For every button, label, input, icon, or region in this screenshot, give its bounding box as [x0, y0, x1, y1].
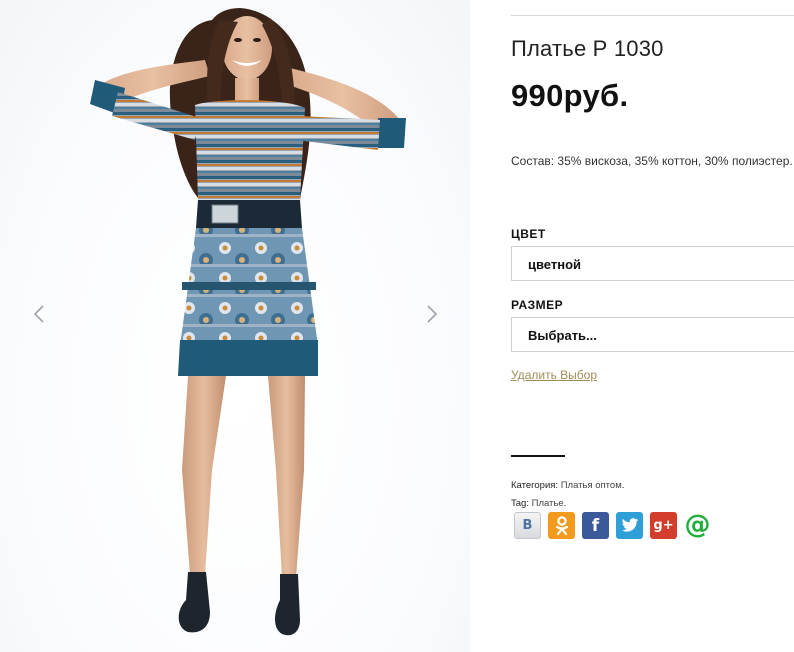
product-summary: Платье Р 1030 990руб. Состав: 35% вискоз… [511, 0, 794, 652]
chevron-left-icon [33, 305, 44, 323]
product-composition: Состав: 35% вискоза, 35% коттон, 30% пол… [511, 154, 793, 168]
vk-share-button[interactable]: B [514, 512, 541, 539]
size-label: РАЗМЕР [511, 298, 564, 312]
facebook-share-button[interactable]: f [582, 512, 609, 539]
odnoklassniki-icon [555, 515, 568, 535]
tag-suffix: . [563, 498, 567, 509]
vk-icon: B [522, 518, 533, 533]
odnoklassniki-share-button[interactable] [548, 512, 575, 539]
mailru-icon: @ [684, 510, 711, 540]
product-price: 990руб. [511, 78, 629, 113]
gallery-next-arrow[interactable] [422, 300, 442, 328]
top-divider [511, 15, 794, 16]
chevron-right-icon [427, 305, 438, 323]
googleplus-icon: g+ [653, 518, 674, 533]
meta-divider [511, 455, 565, 457]
product-title: Платье Р 1030 [511, 36, 664, 61]
tag-prefix: Tag: [511, 498, 529, 509]
reset-variations-link[interactable]: Удалить Выбор [511, 368, 597, 382]
twitter-icon [621, 518, 638, 532]
color-select[interactable]: цветной [511, 246, 794, 281]
share-buttons: B f g+ @ [514, 512, 711, 539]
mailru-share-button[interactable]: @ [684, 512, 711, 539]
twitter-share-button[interactable] [616, 512, 643, 539]
tag-line: Tag: Платье. [511, 498, 566, 509]
category-prefix: Категория: [511, 480, 559, 491]
gallery-prev-arrow[interactable] [29, 300, 49, 328]
color-label: ЦВЕТ [511, 227, 546, 241]
googleplus-share-button[interactable]: g+ [650, 512, 677, 539]
size-select[interactable]: Выбрать... [511, 317, 794, 352]
category-line: Категория: Платья оптом. [511, 480, 624, 491]
category-suffix: . [621, 480, 625, 491]
category-link[interactable]: Платья оптом [561, 480, 622, 491]
product-photo [90, 8, 406, 636]
facebook-icon: f [591, 515, 600, 536]
product-image-gallery[interactable] [0, 0, 470, 652]
tag-link[interactable]: Платье [532, 498, 564, 509]
